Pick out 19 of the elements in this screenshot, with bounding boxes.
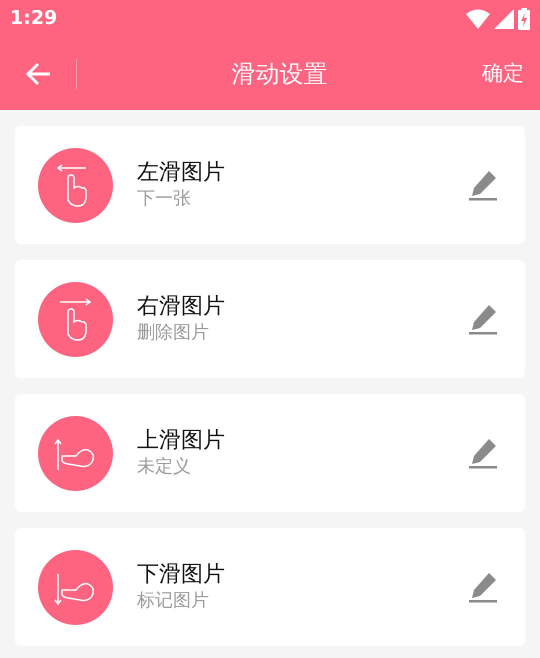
back-arrow-icon [25, 62, 51, 86]
pencil-icon [469, 437, 499, 469]
battery-charging-icon [518, 8, 530, 30]
confirm-button[interactable]: 确定 [482, 58, 540, 90]
pencil-icon [469, 571, 499, 603]
gesture-title: 右滑图片 [137, 294, 226, 320]
gesture-action: 下一张 [137, 186, 192, 210]
pencil-icon [469, 169, 499, 201]
screen-title: 滑动设置 [232, 60, 328, 88]
gesture-action: 标记图片 [137, 588, 210, 612]
pencil-icon [469, 303, 499, 335]
gesture-action: 删除图片 [137, 320, 210, 344]
signal-icon [494, 8, 514, 28]
gesture-title: 左滑图片 [137, 160, 226, 186]
gesture-title: 下滑图片 [137, 562, 226, 588]
gesture-action: 未定义 [137, 454, 192, 478]
wifi-icon [466, 8, 490, 28]
gesture-title: 上滑图片 [137, 428, 226, 454]
status-time: 1:29 [10, 6, 58, 32]
